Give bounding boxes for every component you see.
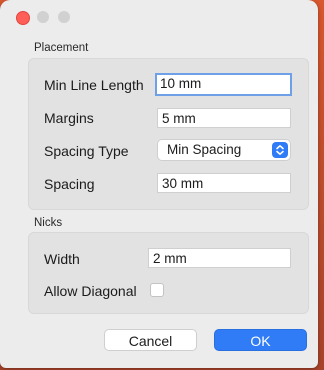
allow-diagonal-checkbox[interactable] (150, 283, 164, 297)
margins-input[interactable]: 5 mm (157, 108, 291, 128)
spacing-label: Spacing (44, 176, 95, 192)
minimize-window-button[interactable] (37, 11, 49, 23)
cancel-button[interactable]: Cancel (104, 329, 197, 351)
spacing-type-label: Spacing Type (44, 143, 129, 159)
min-line-length-label: Min Line Length (44, 77, 144, 93)
nicks-group (28, 232, 309, 314)
spacing-input[interactable]: 30 mm (157, 173, 291, 193)
close-window-button[interactable] (16, 11, 30, 25)
spacing-type-value: Min Spacing (167, 142, 242, 157)
allow-diagonal-label: Allow Diagonal (44, 283, 137, 299)
min-line-length-input[interactable]: 10 mm (155, 73, 292, 96)
nicks-section-label: Nicks (34, 217, 63, 229)
placement-section-label: Placement (34, 42, 89, 54)
width-input[interactable]: 2 mm (148, 248, 291, 268)
nicks-settings-dialog: Placement Min Line Length 10 mm Margins … (0, 0, 318, 368)
width-label: Width (44, 251, 80, 267)
spacing-type-select[interactable]: Min Spacing (157, 139, 291, 161)
chevron-up-down-icon (272, 142, 288, 158)
ok-button[interactable]: OK (214, 329, 307, 351)
margins-label: Margins (44, 110, 94, 126)
title-bar (0, 0, 318, 30)
zoom-window-button[interactable] (58, 11, 70, 23)
